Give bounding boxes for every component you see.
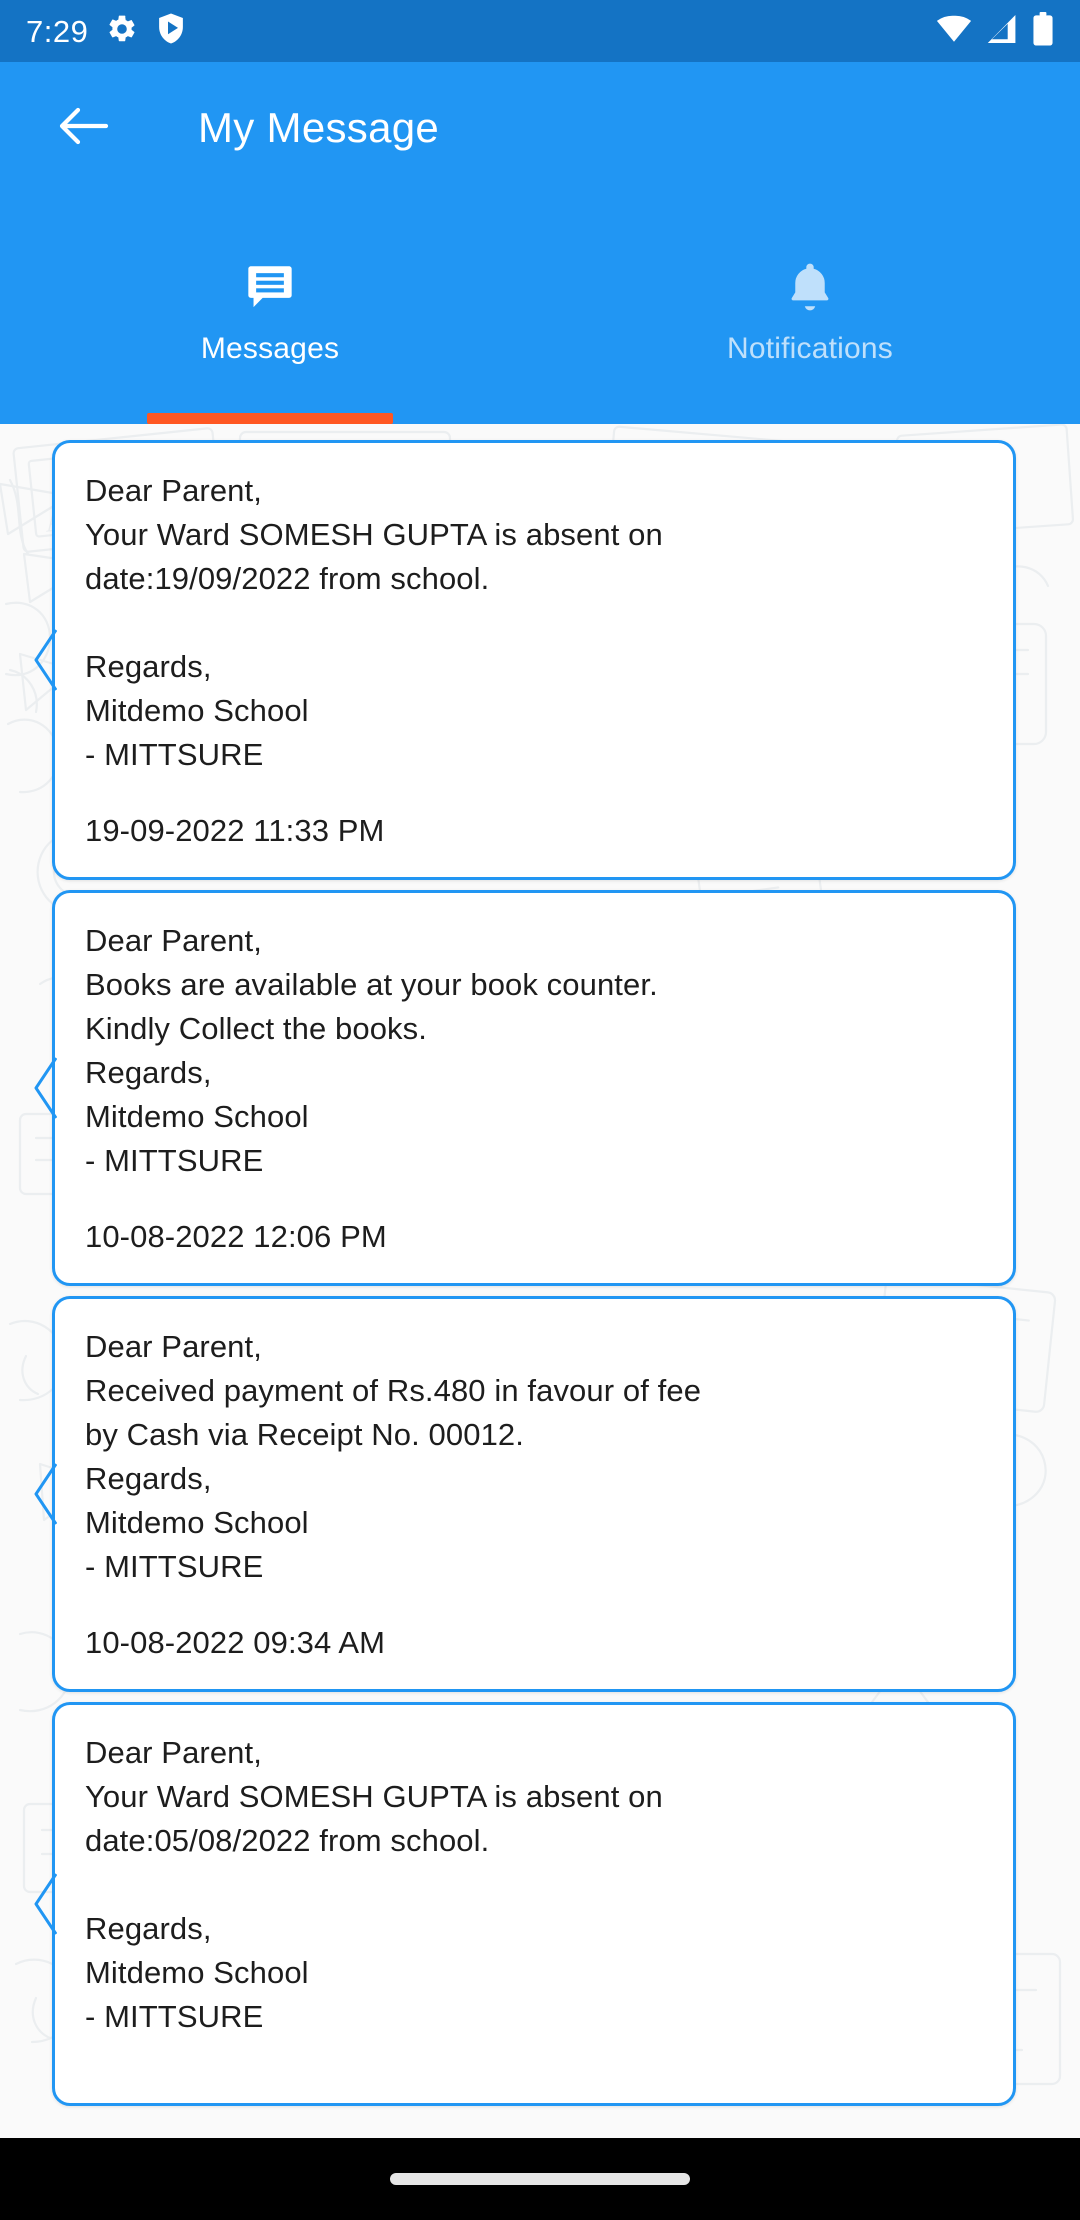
status-bar-right [936, 11, 1054, 51]
back-arrow-icon [58, 105, 110, 152]
status-bar-clock: 7:29 [26, 13, 89, 49]
message-card[interactable]: Dear Parent, Received payment of Rs.480 … [34, 1296, 1016, 1693]
play-protect-shield-icon [156, 12, 186, 50]
message-timestamp: 19-09-2022 11:33 PM [85, 813, 385, 849]
status-bar-left: 7:29 [26, 12, 186, 50]
wifi-icon [936, 15, 972, 48]
app-bar-top-row: My Message [0, 62, 1080, 194]
speech-bubble-tail-icon [34, 1057, 57, 1119]
tab-bar: Messages Notifications [0, 222, 1080, 424]
chat-bubble-icon [244, 258, 296, 316]
tab-messages[interactable]: Messages [0, 222, 540, 424]
system-navigation-bar [0, 2138, 1080, 2220]
message-body: Dear Parent, Books are available at your… [85, 923, 658, 1179]
message-body: Dear Parent, Your Ward SOMESH GUPTA is a… [85, 1735, 663, 2035]
message-body: Dear Parent, Your Ward SOMESH GUPTA is a… [85, 473, 663, 773]
bell-icon [786, 258, 834, 316]
message-card[interactable]: Dear Parent, Your Ward SOMESH GUPTA is a… [34, 1702, 1016, 2107]
message-card[interactable]: Dear Parent, Your Ward SOMESH GUPTA is a… [34, 440, 1016, 881]
phone-screen: 7:29 My Message Messages Notifications D… [0, 0, 1080, 2220]
message-cards-container: Dear Parent, Your Ward SOMESH GUPTA is a… [0, 424, 1080, 2107]
cellular-signal-icon [986, 14, 1018, 49]
message-timestamp: 10-08-2022 09:34 AM [85, 1625, 386, 1661]
tab-messages-label: Messages [200, 332, 340, 365]
speech-bubble-tail-icon [34, 1873, 57, 1936]
back-button[interactable] [48, 92, 120, 164]
status-bar: 7:29 [0, 0, 1080, 62]
battery-icon [1032, 11, 1054, 51]
messages-list[interactable]: B A C D 2+2 Homework A 2+2 C D A 2+2 C D… [0, 424, 1080, 2138]
gear-icon [106, 13, 138, 50]
home-gesture-pill[interactable] [390, 2173, 690, 2185]
tab-notifications-label: Notifications [726, 332, 893, 365]
speech-bubble-tail-icon [34, 1463, 57, 1526]
message-card[interactable]: Dear Parent, Books are available at your… [34, 890, 1016, 1287]
page-title: My Message [198, 104, 440, 151]
message-timestamp: 10-08-2022 12:06 PM [85, 1219, 387, 1255]
tab-active-indicator [147, 413, 393, 424]
message-body: Dear Parent, Received payment of Rs.480 … [85, 1329, 702, 1585]
app-bar: My Message Messages Notifications [0, 62, 1080, 424]
tab-notifications[interactable]: Notifications [540, 222, 1080, 424]
speech-bubble-tail-icon [34, 629, 57, 691]
